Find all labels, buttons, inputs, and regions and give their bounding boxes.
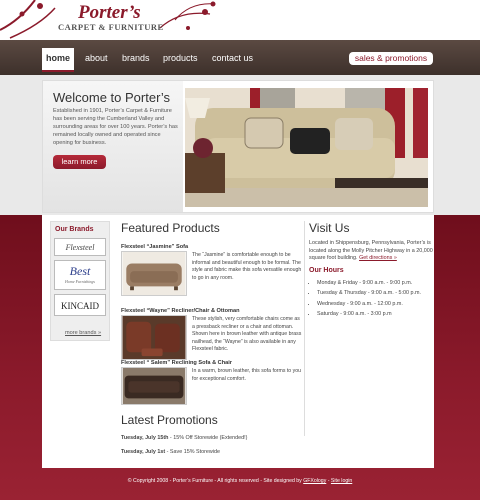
featured-title: Featured Products [121,221,220,235]
hours-item: Tuesday & Thursday - 9:00 a.m. - 5:00 p.… [317,288,433,299]
visit-us-section: Visit Us Located in Shippensburg, Pennsy… [309,221,433,320]
brand-logo-flexsteel[interactable]: Flexsteel [54,238,106,256]
hours-title: Our Hours [309,266,344,274]
jasmine-sofa-thumbnail[interactable] [121,251,187,296]
promo-date: Tuesday, July 15th [121,435,169,441]
latest-promotions: Latest Promotions Tuesday, July 15th - 1… [121,413,421,455]
brand-best-sub: Home Furnishings [65,279,95,284]
content-area: Our Brands Flexsteel Best Home Furnishin… [42,215,434,468]
nav-contact[interactable]: contact us [212,53,253,63]
hero-text: Established in 1901, Porter’s Carpet & F… [53,108,178,146]
sales-promotions-button[interactable]: sales & promotions [349,52,433,65]
brands-title: Our Brands [55,226,94,233]
site-login-link[interactable]: Site login [331,478,352,484]
nav-home[interactable]: home [42,48,74,72]
site-footer: © Copyright 2008 - Porter’s Furniture - … [0,478,480,484]
hero-banner: Welcome to Porter’s Established in 1901,… [42,80,434,213]
directions-link[interactable]: Get directions » [359,255,397,261]
featured-products: Featured Products Flexsteel “Jasmine” So… [121,221,301,405]
brand-logo-kincaid[interactable]: KINCAID [54,294,106,316]
brand-best-name: Best [69,264,91,278]
product-name[interactable]: Flexsteel “Jasmine” Sofa [121,244,301,250]
hours-item: Saturday - 9:00 a.m. - 3:00 p.m [317,309,433,320]
promos-title: Latest Promotions [121,413,218,427]
product-item: Flexsteel “Jasmine” Sofa The “Jasmine” i… [121,244,301,296]
promo-text: - Save 15% Storewide [165,449,220,455]
promo-date: Tuesday, July 1st [121,449,166,455]
site-header: Porter’s CARPET & FURNITURE [0,0,480,40]
nav-brands[interactable]: brands [122,53,150,63]
wayne-recliner-thumbnail[interactable] [121,315,187,360]
product-description: These stylish, very comfortable chairs c… [192,316,302,353]
product-description: The “Jasmine” is comfortable enough to b… [192,252,302,281]
hero-intro: Welcome to Porter’s Established in 1901,… [43,81,183,212]
product-description: In a warm, brown leather, this sofa form… [192,368,301,382]
brands-sidebar: Our Brands Flexsteel Best Home Furnishin… [50,221,110,341]
visit-title: Visit Us [309,221,350,235]
promo-text: - 15% Off Storewide (Extended!) [168,435,248,441]
hours-item: Wednesday - 9:00 a.m. - 12:00 p.m. [317,299,433,310]
promo-item: Tuesday, July 1st - Save 15% Storewide [121,449,421,455]
living-room-photo [185,88,428,207]
nav-about[interactable]: about [85,53,108,63]
promo-item: Tuesday, July 15th - 15% Off Storewide (… [121,435,421,441]
product-name[interactable]: Flexsteel “ Salem” Reclining Sofa & Chai… [121,360,301,366]
nav-products[interactable]: products [163,53,198,63]
learn-more-button[interactable]: learn more [53,155,106,169]
hours-list: Monday & Friday - 9:00 a.m. - 9:00 p.m. … [317,278,433,320]
visit-text: Located in Shippensburg, Pennsylvania, P… [309,240,433,263]
footer-copyright: © Copyright 2008 - Porter’s Furniture - … [127,478,304,484]
hero-title: Welcome to Porter’s [53,90,171,105]
salem-sofa-thumbnail[interactable] [121,367,187,405]
logo-title[interactable]: Porter’s [78,2,141,24]
designer-link[interactable]: GFXology [303,478,326,484]
product-name[interactable]: Flexsteel “Wayne” Recliner/Chair & Ottom… [121,308,301,314]
product-item: Flexsteel “Wayne” Recliner/Chair & Ottom… [121,308,301,360]
logo-subtitle: CARPET & FURNITURE [58,22,164,32]
product-item: Flexsteel “ Salem” Reclining Sofa & Chai… [121,360,301,405]
brand-logo-best[interactable]: Best Home Furnishings [54,260,106,290]
hours-item: Monday & Friday - 9:00 a.m. - 9:00 p.m. [317,278,433,289]
more-brands-link[interactable]: more brands » [65,330,101,336]
column-divider [304,221,305,436]
